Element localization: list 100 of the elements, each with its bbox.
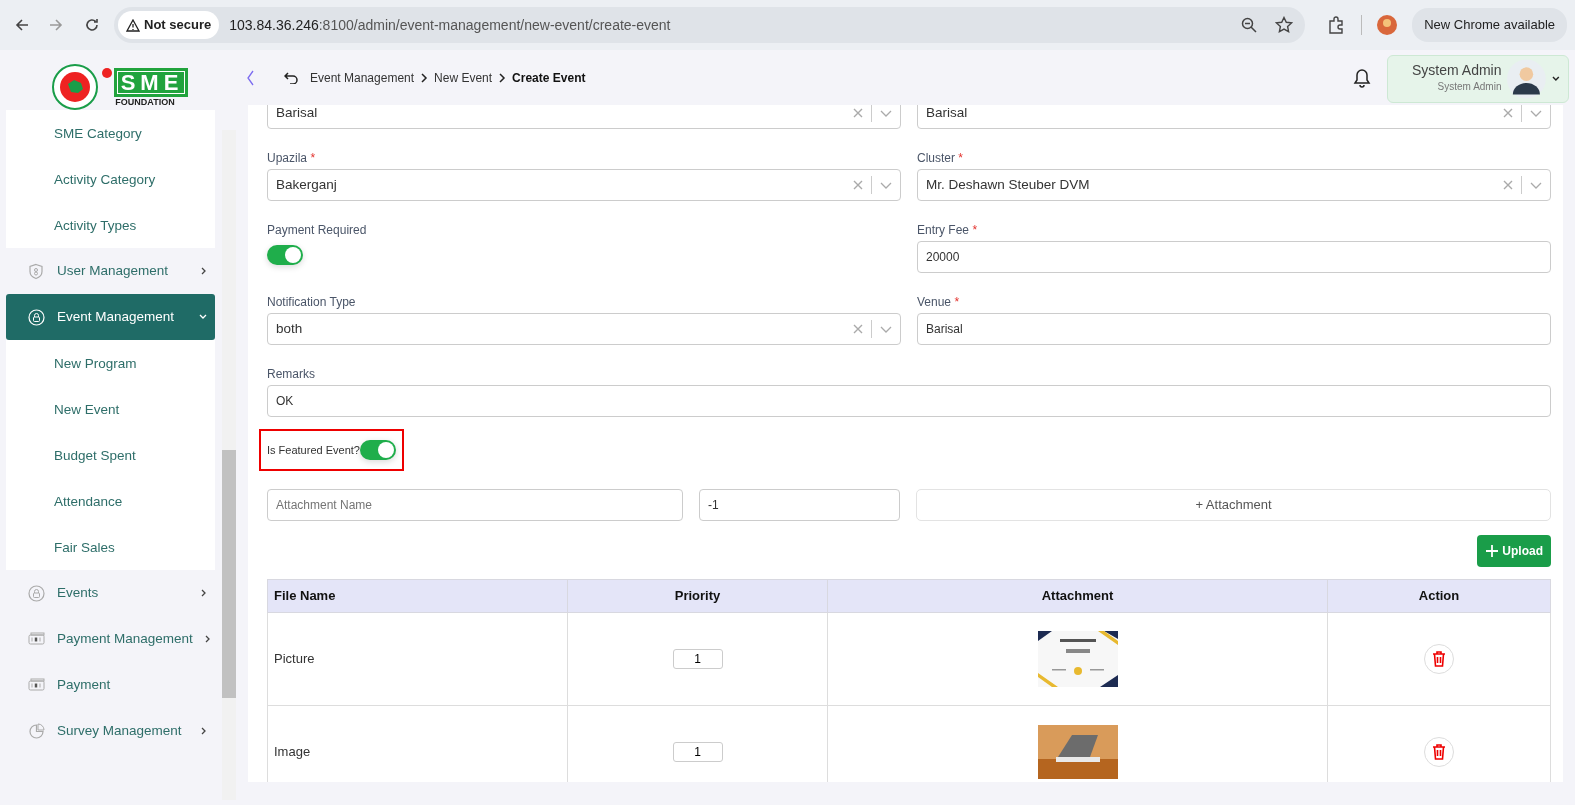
submenu-item[interactable]: Attendance bbox=[6, 478, 215, 524]
plus-icon bbox=[1485, 544, 1500, 558]
lock-icon bbox=[28, 584, 45, 602]
bell-icon[interactable] bbox=[1353, 67, 1371, 88]
select-field[interactable]: both bbox=[267, 313, 901, 345]
scrollbar[interactable] bbox=[222, 130, 236, 800]
trash-icon bbox=[1431, 650, 1447, 668]
zoom-out-icon[interactable] bbox=[1241, 17, 1258, 33]
column-header: File Name bbox=[267, 579, 568, 613]
menu-item[interactable]: Payment bbox=[6, 662, 215, 708]
chevron-down-icon[interactable] bbox=[1530, 109, 1542, 117]
chevron-right-icon bbox=[498, 72, 507, 83]
chevron-right-icon bbox=[420, 72, 429, 83]
table-cell: Image bbox=[267, 705, 568, 782]
column-header: Priority bbox=[567, 579, 828, 613]
forward-arrow-icon[interactable] bbox=[48, 17, 64, 33]
toggle-switch[interactable] bbox=[359, 440, 396, 460]
input-field[interactable]: 20000 bbox=[917, 241, 1551, 273]
user-menu[interactable]: System Admin System Admin bbox=[1387, 54, 1569, 103]
select-field[interactable]: Bakerganj bbox=[267, 169, 901, 201]
submenu-item[interactable]: Activity Types bbox=[6, 202, 215, 248]
submenu-item[interactable]: New Program bbox=[6, 340, 215, 386]
chevron-down-icon[interactable] bbox=[880, 181, 892, 189]
submenu-item[interactable]: New Event bbox=[6, 386, 215, 432]
chevron-right-icon bbox=[201, 267, 207, 275]
priority-field[interactable]: 1 bbox=[672, 649, 723, 669]
select-field[interactable]: Barisal bbox=[267, 105, 901, 129]
select-field[interactable]: Mr. Deshawn Steuber DVM bbox=[917, 169, 1551, 201]
attachment-button[interactable]: + Attachment bbox=[916, 489, 1551, 521]
attachment-name-field[interactable]: Attachment Name bbox=[267, 489, 683, 521]
select-field[interactable]: Barisal bbox=[917, 105, 1551, 129]
chrome-update-button[interactable]: New Chrome available bbox=[1412, 8, 1567, 42]
user-role: System Admin bbox=[1437, 79, 1502, 94]
chevron-down-icon bbox=[199, 314, 207, 320]
puzzle-icon[interactable] bbox=[1327, 16, 1346, 34]
field-label: Remarks bbox=[267, 367, 316, 381]
submenu-item[interactable]: Activity Category bbox=[6, 156, 215, 202]
menu-item[interactable]: Survey Management bbox=[6, 708, 215, 754]
chevron-right-icon bbox=[201, 727, 207, 735]
photo-placeholder[interactable] bbox=[1037, 725, 1118, 779]
menu-item[interactable]: Payment Management bbox=[6, 616, 215, 662]
input-field[interactable]: Barisal bbox=[917, 313, 1551, 345]
field-label: Notification Type bbox=[267, 295, 357, 309]
trash-icon bbox=[1431, 743, 1447, 761]
breadcrumb-link[interactable]: New Event bbox=[434, 68, 493, 87]
clear-icon[interactable] bbox=[853, 180, 863, 190]
clear-icon[interactable] bbox=[853, 324, 863, 334]
clear-icon[interactable] bbox=[1503, 180, 1513, 190]
chevron-down-icon[interactable] bbox=[1530, 181, 1542, 189]
logo-dot-icon bbox=[101, 67, 112, 78]
logo-subtitle: FOUNDATION bbox=[115, 97, 175, 107]
menu-item[interactable]: Events bbox=[6, 570, 215, 616]
chevron-down-icon[interactable] bbox=[880, 325, 892, 333]
priority-field[interactable]: -1 bbox=[699, 489, 900, 521]
submenu-item[interactable]: Fair Sales bbox=[6, 524, 215, 570]
banknote-icon bbox=[28, 676, 45, 694]
chevron-right-icon bbox=[201, 589, 207, 597]
menu-item[interactable]: Event Management bbox=[6, 294, 215, 340]
submenu-item[interactable]: SME Category bbox=[6, 110, 215, 156]
caret-icon bbox=[1552, 75, 1560, 82]
avatar-icon bbox=[1507, 58, 1547, 99]
menu-item[interactable]: User Management bbox=[6, 248, 215, 294]
certificate-thumbnail[interactable] bbox=[1037, 631, 1118, 687]
lock-icon bbox=[28, 308, 45, 326]
star-icon[interactable] bbox=[1275, 16, 1294, 34]
clear-icon[interactable] bbox=[853, 108, 863, 118]
current-page-label: Create Event bbox=[512, 69, 586, 87]
delete-button[interactable] bbox=[1424, 737, 1454, 767]
collapse-chevron-icon[interactable] bbox=[246, 69, 254, 86]
remarks-field[interactable]: OK bbox=[267, 385, 1551, 417]
back-arrow-icon[interactable] bbox=[14, 17, 30, 33]
upload-button[interactable]: Upload bbox=[1477, 535, 1551, 567]
banknote-icon bbox=[28, 630, 45, 648]
user-name: System Admin bbox=[1412, 63, 1502, 79]
clear-icon[interactable] bbox=[1503, 108, 1513, 118]
breadcrumb-link[interactable]: Event Management bbox=[310, 68, 415, 87]
column-header: Action bbox=[1327, 579, 1551, 613]
priority-field[interactable]: 1 bbox=[672, 742, 723, 762]
shield-icon bbox=[28, 262, 45, 280]
table-cell: Picture bbox=[267, 612, 568, 706]
field-label: Cluster * bbox=[917, 151, 965, 165]
chevron-right-icon bbox=[204, 635, 211, 643]
submenu-item[interactable]: Budget Spent bbox=[6, 432, 215, 478]
delete-button[interactable] bbox=[1424, 644, 1454, 674]
security-chip[interactable]: Not secure bbox=[118, 11, 220, 39]
chevron-down-icon[interactable] bbox=[880, 109, 892, 117]
pie-chart-icon bbox=[28, 722, 45, 740]
field-label: Venue * bbox=[917, 295, 961, 309]
toggle-switch[interactable] bbox=[267, 245, 303, 265]
field-label: Payment Required bbox=[267, 223, 368, 237]
column-header: Attachment bbox=[827, 579, 1328, 613]
profile-avatar-icon[interactable] bbox=[1376, 14, 1399, 36]
warning-icon bbox=[126, 18, 140, 32]
field-label: Upazila * bbox=[267, 151, 317, 165]
logo-text: SME bbox=[113, 67, 189, 97]
url-text[interactable]: 103.84.36.246:8100/admin/event-management/new-event/create-event bbox=[229, 14, 1232, 36]
reload-icon[interactable] bbox=[84, 17, 100, 33]
field-label: Entry Fee * bbox=[917, 223, 979, 237]
toggle-label: Is Featured Event? bbox=[267, 442, 360, 458]
back-icon[interactable] bbox=[284, 71, 298, 84]
